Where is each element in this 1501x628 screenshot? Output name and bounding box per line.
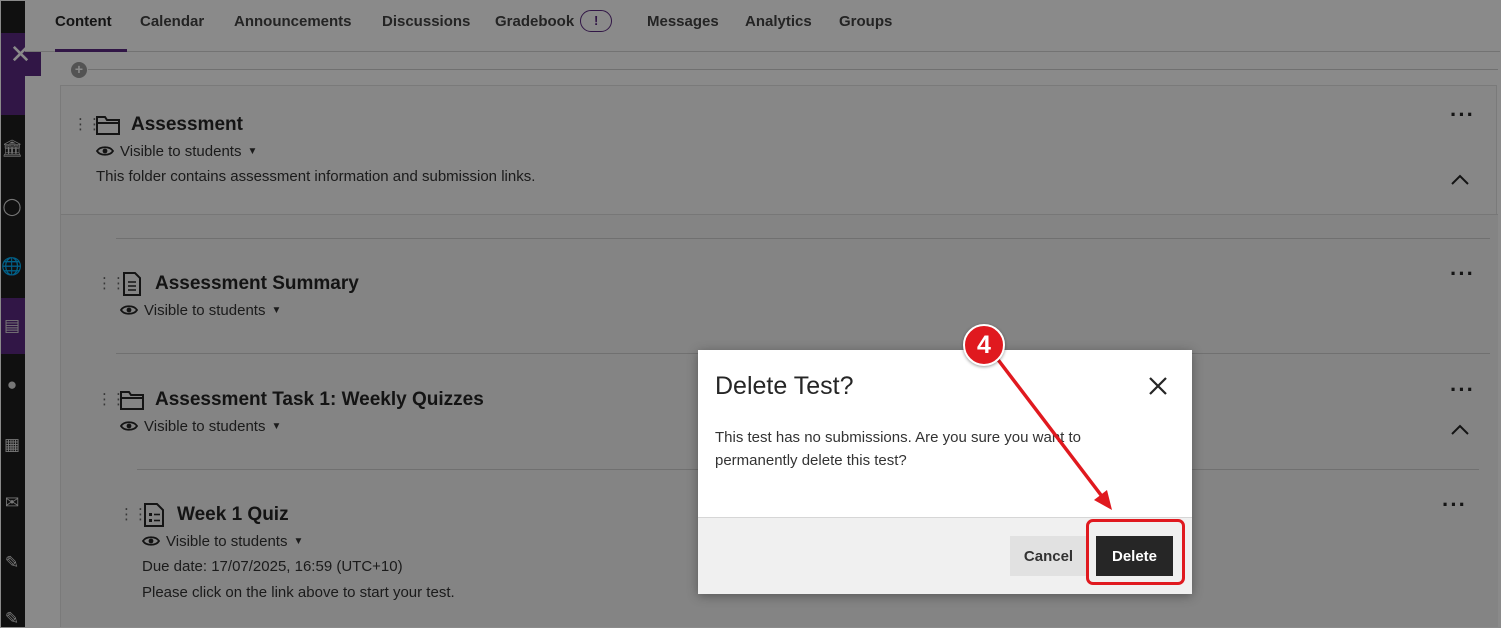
course-content-page: 🏛 ◯ 🌐 ▤ ● ▦ ✉ ✎ ✎ ✕ Content Calendar Ann… xyxy=(0,0,1501,628)
dialog-message: This test has no submissions. Are you su… xyxy=(715,429,1082,469)
step-number-badge: 4 xyxy=(963,324,1005,366)
dialog-title: Delete Test? xyxy=(715,372,854,400)
close-icon[interactable] xyxy=(1146,374,1170,398)
delete-button-highlight xyxy=(1086,519,1185,585)
cancel-button[interactable]: Cancel xyxy=(1010,536,1087,576)
